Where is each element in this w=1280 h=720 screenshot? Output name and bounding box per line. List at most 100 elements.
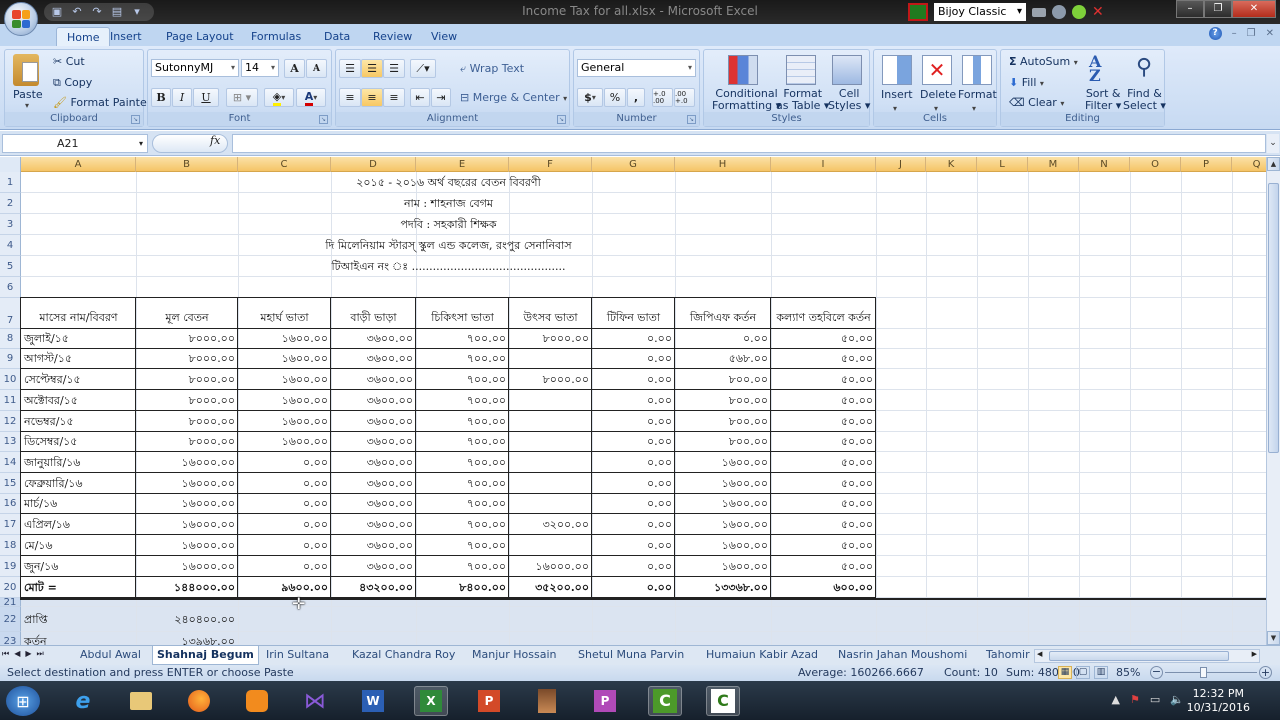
row-header-17[interactable]: 17 — [0, 514, 21, 535]
month-cell[interactable]: জানুয়ারি/১৬ — [21, 452, 136, 473]
normal-view-button[interactable]: ▦ — [1058, 666, 1072, 679]
paste-icon[interactable] — [13, 54, 39, 86]
amount-cell[interactable] — [509, 473, 592, 494]
row-header-14[interactable]: 14 — [0, 452, 21, 473]
amount-cell[interactable]: ৭০০.০০ — [416, 452, 509, 473]
amount-cell[interactable] — [509, 411, 592, 432]
amount-cell[interactable]: ৫০.০০ — [771, 535, 876, 556]
scroll-left-button[interactable]: ◀ — [1037, 650, 1042, 658]
table-header[interactable]: মাসের নাম/বিবরণ — [21, 298, 136, 329]
row-header-12[interactable]: 12 — [0, 411, 21, 432]
amount-cell[interactable]: ১৬০০.০০ — [238, 432, 331, 452]
name-box[interactable]: A21 ▾ — [2, 134, 148, 153]
amount-cell[interactable]: ৮০০০.০০ — [136, 329, 238, 349]
row-header-13[interactable]: 13 — [0, 432, 21, 452]
amount-cell[interactable]: ৮০০.০০ — [675, 432, 771, 452]
workbook-minimize-button[interactable]: – — [1232, 28, 1237, 39]
row-header-3[interactable]: 3 — [0, 214, 21, 235]
amount-cell[interactable] — [509, 390, 592, 411]
column-header-p[interactable]: P — [1181, 157, 1232, 172]
next-sheet-icon[interactable]: ▶ — [25, 649, 31, 659]
row-header-10[interactable]: 10 — [0, 369, 21, 390]
scroll-down-button[interactable]: ▼ — [1267, 631, 1280, 645]
summary-cell[interactable]: ২৪০৪০০.০০ — [136, 607, 238, 632]
bold-button[interactable]: B — [151, 88, 171, 107]
find-select-button[interactable]: Find & Select ▾ — [1123, 88, 1166, 112]
zoom-in-button[interactable]: + — [1259, 666, 1272, 679]
row-header-20[interactable]: 20 — [0, 577, 21, 598]
amount-cell[interactable]: ৩৬০০.০০ — [331, 369, 416, 390]
amount-cell[interactable]: ৭০০.০০ — [416, 432, 509, 452]
insert-cells-button[interactable]: Insert ▾ — [881, 88, 913, 114]
keyboard-icon[interactable] — [1032, 7, 1046, 17]
amount-cell[interactable]: ৩৬০০.০০ — [331, 349, 416, 369]
column-header-b[interactable]: B — [136, 157, 238, 172]
row-header-7[interactable]: 7 — [0, 298, 21, 329]
total-cell[interactable]: ৪৩২০০.০০ — [331, 577, 416, 598]
amount-cell[interactable]: ৫০.০০ — [771, 473, 876, 494]
sheet-tab[interactable]: Kazal Chandra Roy — [348, 646, 459, 665]
bijoy-close-icon[interactable]: ✕ — [1092, 5, 1106, 19]
show-hidden-icons[interactable]: ▲ — [1112, 693, 1120, 706]
amount-cell[interactable]: ৭০০.০০ — [416, 535, 509, 556]
amount-cell[interactable]: ০.০০ — [675, 329, 771, 349]
comma-button[interactable]: , — [627, 88, 645, 107]
scroll-right-button[interactable]: ▶ — [1252, 650, 1257, 658]
month-cell[interactable]: ফেব্রুয়ারি/১৬ — [21, 473, 136, 494]
paste-button[interactable]: Paste — [13, 88, 43, 101]
clipboard-launcher-icon[interactable]: ↘ — [131, 115, 140, 124]
amount-cell[interactable]: ৭০০.০০ — [416, 369, 509, 390]
taskbar-excel[interactable]: X — [414, 686, 448, 716]
first-sheet-icon[interactable]: ⏮ — [2, 649, 9, 659]
conditional-formatting-button[interactable]: Conditional Formatting ▾ — [712, 88, 781, 112]
total-cell[interactable]: ৯৬০০.০০ — [238, 577, 331, 598]
amount-cell[interactable]: ৭০০.০০ — [416, 329, 509, 349]
worksheet-grid[interactable]: ABCDEFGHIJKLMNOPQ 1 2 3 4 5 6 7 8 9 10 11 12 13 14 15 1… — [0, 157, 1266, 645]
select-all-button[interactable] — [0, 157, 21, 172]
column-header-j[interactable]: J — [876, 157, 926, 172]
amount-cell[interactable] — [509, 349, 592, 369]
total-cell[interactable]: ৬০০.০০ — [771, 577, 876, 598]
amount-cell[interactable]: ১৬০০.০০ — [675, 452, 771, 473]
month-cell[interactable]: জুলাই/১৫ — [21, 329, 136, 349]
summary-cell[interactable]: প্রাপ্তি — [21, 607, 136, 632]
font-name-select[interactable]: SutonnyMJ ▾ — [151, 59, 239, 77]
amount-cell[interactable]: ০.০০ — [592, 452, 675, 473]
vertical-scrollbar[interactable]: ▲ ▼ — [1266, 157, 1280, 645]
currency-button[interactable]: $ ▾ — [577, 88, 603, 107]
amount-cell[interactable]: ৩৬০০.০০ — [331, 556, 416, 577]
month-cell[interactable]: ডিসেম্বর/১৫ — [21, 432, 136, 452]
amount-cell[interactable]: ৮০০০.০০ — [509, 369, 592, 390]
amount-cell[interactable]: ১৬০০.০০ — [675, 514, 771, 535]
amount-cell[interactable]: ৭০০.০০ — [416, 556, 509, 577]
amount-cell[interactable]: ০.০০ — [592, 349, 675, 369]
amount-cell[interactable]: ৫০.০০ — [771, 411, 876, 432]
column-header-i[interactable]: I — [771, 157, 876, 172]
taskbar-powerpoint[interactable]: P — [472, 686, 506, 716]
amount-cell[interactable]: ৩৬০০.০০ — [331, 432, 416, 452]
column-header-m[interactable]: M — [1028, 157, 1079, 172]
amount-cell[interactable]: ১৬০০.০০ — [675, 473, 771, 494]
taskbar-word[interactable]: W — [356, 686, 390, 716]
amount-cell[interactable]: ৮০০.০০ — [675, 369, 771, 390]
merge-center-button[interactable]: ⊟ Merge & Center ▾ — [460, 91, 567, 104]
total-cell[interactable]: ৩৫২০০.০০ — [509, 577, 592, 598]
amount-cell[interactable]: ৩৬০০.০০ — [331, 390, 416, 411]
formula-input[interactable] — [232, 134, 1266, 153]
amount-cell[interactable]: ০.০০ — [592, 473, 675, 494]
expand-formula-bar-icon[interactable]: ⌄ — [1267, 134, 1279, 153]
sheet-tab[interactable]: Shahnaj Begum — [152, 646, 259, 665]
align-right-button[interactable]: ≡ — [383, 88, 405, 107]
row-header-8[interactable]: 8 — [0, 329, 21, 349]
amount-cell[interactable]: ০.০০ — [238, 452, 331, 473]
row-header-19[interactable]: 19 — [0, 556, 21, 577]
column-header-e[interactable]: E — [416, 157, 509, 172]
heading-line-1[interactable]: ২০১৫ - ২০১৬ অর্থ বছরের বেতন বিবরণী — [21, 172, 876, 193]
volume-icon[interactable]: 🔈 — [1170, 693, 1184, 706]
tab-formulas[interactable]: Formulas — [241, 27, 311, 46]
taskbar-firefox[interactable] — [182, 686, 216, 716]
amount-cell[interactable]: ১৬০০.০০ — [675, 494, 771, 514]
heading-line-4[interactable]: দি মিলেনিয়াম স্টারস্ স্কুল এন্ড কলেজ, র… — [21, 235, 876, 256]
taskbar-internet-explorer[interactable]: e — [66, 686, 100, 716]
amount-cell[interactable]: ০.০০ — [592, 494, 675, 514]
